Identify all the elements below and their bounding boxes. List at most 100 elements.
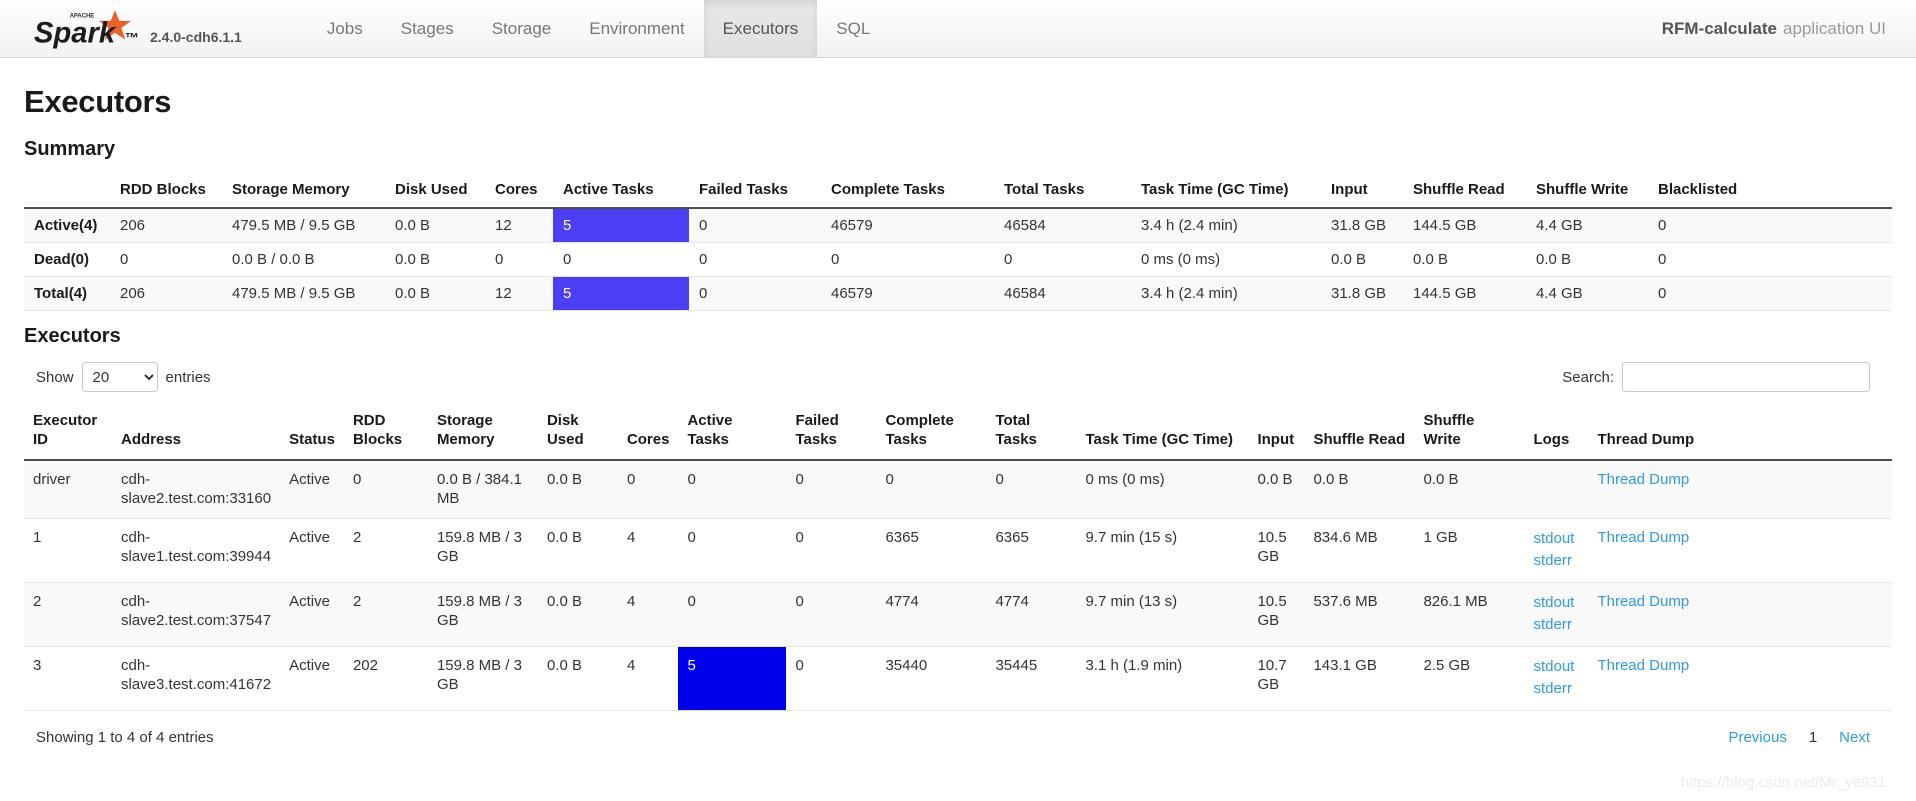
- executor-cell-disk-used: 0.0 B: [537, 459, 618, 519]
- summary-cell-blacklisted: 0: [1648, 208, 1892, 243]
- executor-cell-address: cdh-slave2.test.com:33160: [112, 459, 281, 519]
- log-link-stderr[interactable]: stderr: [1533, 550, 1579, 573]
- summary-header-input: Input: [1321, 175, 1403, 209]
- executor-cell-complete-tasks: 35440: [876, 646, 987, 711]
- summary-cell-disk-used: 0.0 B: [385, 276, 485, 311]
- summary-row-label: Dead(0): [24, 242, 110, 277]
- executor-cell-total-tasks: 4774: [986, 582, 1077, 647]
- summary-row: Dead(0) 0 0.0 B / 0.0 B 0.0 B000000 ms (0 m…: [24, 242, 1892, 277]
- executor-cell-thread-dump: Thread Dump: [1588, 459, 1892, 519]
- summary-table-head: RDD Blocks Storage Memory Disk Used Core…: [24, 175, 1892, 209]
- thread-dump-link[interactable]: Thread Dump: [1597, 471, 1689, 488]
- executors-header-rdd-blocks[interactable]: RDD Blocks: [343, 406, 428, 461]
- nav-item-executors[interactable]: Executors: [703, 0, 818, 57]
- executor-cell-task-time: 9.7 min (13 s): [1076, 582, 1249, 647]
- executor-cell-total-tasks: 0: [986, 459, 1077, 519]
- executors-header-thread-dump[interactable]: Thread Dump: [1588, 406, 1892, 461]
- executor-cell-address: cdh-slave1.test.com:39944: [112, 518, 281, 583]
- executors-header-cores[interactable]: Cores: [617, 406, 679, 461]
- log-link-stdout[interactable]: stdout: [1533, 528, 1579, 551]
- pagination-next[interactable]: Next: [1839, 729, 1870, 746]
- content-container: Executors Summary RDD Blocks Storage Mem…: [0, 84, 1916, 746]
- executors-header-shuffle-write[interactable]: Shuffle Write: [1414, 406, 1525, 461]
- executor-cell-cores: 0: [617, 459, 679, 519]
- executors-header-total-tasks[interactable]: Total Tasks: [986, 406, 1077, 461]
- summary-cell-total-tasks: 46584: [994, 276, 1131, 311]
- executor-cell-task-time: 0 ms (0 ms): [1076, 459, 1249, 519]
- nav-items: Jobs Stages Storage Environment Executor…: [308, 0, 889, 57]
- spark-logo-icon[interactable]: APACHE Spark ™: [34, 9, 142, 49]
- pagination-previous[interactable]: Previous: [1728, 729, 1786, 746]
- executors-table-footer: Showing 1 to 4 of 4 entries Previous 1 N…: [24, 729, 1892, 746]
- executors-header-active-tasks[interactable]: Active Tasks: [678, 406, 787, 461]
- application-title-suffix: application UI: [1782, 18, 1886, 38]
- executor-cell-logs: [1524, 459, 1589, 519]
- executors-table-controls: Show 204060100 entries Search:: [24, 362, 1892, 392]
- executor-cell-task-time: 3.1 h (1.9 min): [1076, 646, 1249, 711]
- executors-header-status[interactable]: Status: [280, 406, 344, 461]
- executors-header-executor-id[interactable]: Executor ID: [24, 406, 112, 461]
- executors-header-task-time[interactable]: Task Time (GC Time): [1076, 406, 1249, 461]
- nav-item-jobs[interactable]: Jobs: [308, 0, 382, 57]
- executors-header-complete-tasks[interactable]: Complete Tasks: [876, 406, 987, 461]
- thread-dump-link[interactable]: Thread Dump: [1597, 657, 1689, 674]
- log-link-stderr[interactable]: stderr: [1533, 614, 1579, 637]
- nav-item-storage[interactable]: Storage: [473, 0, 571, 57]
- summary-header-storage-memory: Storage Memory: [222, 175, 385, 209]
- executors-header-storage-memory[interactable]: Storage Memory: [427, 406, 538, 461]
- executors-header-failed-tasks[interactable]: Failed Tasks: [786, 406, 877, 461]
- summary-cell-rdd-blocks: 206: [110, 208, 222, 243]
- executor-row: driver cdh-slave2.test.com:33160 Active 0 0.…: [24, 459, 1892, 519]
- nav-item-stages[interactable]: Stages: [382, 0, 473, 57]
- summary-cell-failed-tasks: 0: [689, 242, 821, 277]
- summary-cell-storage-memory: 0.0 B / 0.0 B: [222, 242, 385, 277]
- executors-header-input[interactable]: Input: [1248, 406, 1305, 461]
- executor-cell-cores: 4: [617, 646, 679, 711]
- executor-row: 2 cdh-slave2.test.com:37547 Active 2 159.8 M…: [24, 582, 1892, 647]
- log-link-stdout[interactable]: stdout: [1533, 592, 1579, 615]
- executor-cell-thread-dump: Thread Dump: [1588, 646, 1892, 711]
- executor-cell-shuffle-read: 834.6 MB: [1304, 518, 1415, 583]
- page-length-control: Show 204060100 entries: [24, 362, 211, 392]
- executor-cell-storage-memory: 0.0 B / 384.1 MB: [427, 459, 538, 519]
- executors-header-disk-used[interactable]: Disk Used: [537, 406, 618, 461]
- executor-cell-failed-tasks: 0: [786, 459, 877, 519]
- executor-cell-address: cdh-slave3.test.com:41672: [112, 646, 281, 711]
- active-tasks-value: 5: [687, 656, 696, 674]
- executor-row: 3 cdh-slave3.test.com:41672 Active 202 159.8…: [24, 646, 1892, 711]
- executors-header-address[interactable]: Address: [112, 406, 281, 461]
- thread-dump-link[interactable]: Thread Dump: [1597, 529, 1689, 546]
- executor-cell-cores: 4: [617, 582, 679, 647]
- summary-cell-complete-tasks: 46579: [821, 208, 994, 243]
- summary-cell-storage-memory: 479.5 MB / 9.5 GB: [222, 208, 385, 243]
- executor-row: 1 cdh-slave1.test.com:39944 Active 2 159.8 M…: [24, 518, 1892, 583]
- search-input[interactable]: [1622, 362, 1870, 392]
- entries-info: Showing 1 to 4 of 4 entries: [36, 728, 214, 746]
- page-length-select[interactable]: 204060100: [81, 362, 158, 392]
- nav-item-sql[interactable]: SQL: [817, 0, 889, 57]
- executors-header-shuffle-read[interactable]: Shuffle Read: [1304, 406, 1415, 461]
- summary-cell-active-tasks: 0: [553, 242, 689, 277]
- brand[interactable]: APACHE Spark ™ 2.4.0-cdh6.1.1: [0, 0, 242, 57]
- summary-header-total-tasks: Total Tasks: [994, 175, 1131, 209]
- summary-header-shuffle-read: Shuffle Read: [1403, 175, 1526, 209]
- summary-row: Active(4) 206 479.5 MB / 9.5 GB 0.0 B 12 5 0 46…: [24, 208, 1892, 243]
- thread-dump-link[interactable]: Thread Dump: [1597, 593, 1689, 610]
- nav-item-environment[interactable]: Environment: [570, 0, 703, 57]
- executor-cell-id: 3: [24, 646, 112, 711]
- summary-cell-shuffle-write: 4.4 GB: [1526, 276, 1648, 311]
- executors-table-head: Executor ID Address Status RDD Blocks St…: [24, 406, 1892, 461]
- summary-row: Total(4) 206 479.5 MB / 9.5 GB 0.0 B 12 5 0 465…: [24, 276, 1892, 311]
- executors-header-logs[interactable]: Logs: [1524, 406, 1589, 461]
- executor-cell-active-tasks: 0: [678, 518, 787, 583]
- executor-cell-cores: 4: [617, 518, 679, 583]
- spark-version-label: 2.4.0-cdh6.1.1: [150, 29, 242, 45]
- executors-section-title: Executors: [24, 325, 121, 347]
- executor-cell-logs: stdout stderr: [1524, 582, 1589, 647]
- page-title: Executors: [24, 84, 172, 119]
- summary-cell-input: 31.8 GB: [1321, 208, 1403, 243]
- log-link-stderr[interactable]: stderr: [1533, 678, 1579, 701]
- log-link-stdout[interactable]: stdout: [1533, 656, 1579, 679]
- watermark-text: https://blog.csdn.net/Mr_ye931: [1680, 774, 1886, 791]
- pagination-page-1[interactable]: 1: [1809, 729, 1817, 746]
